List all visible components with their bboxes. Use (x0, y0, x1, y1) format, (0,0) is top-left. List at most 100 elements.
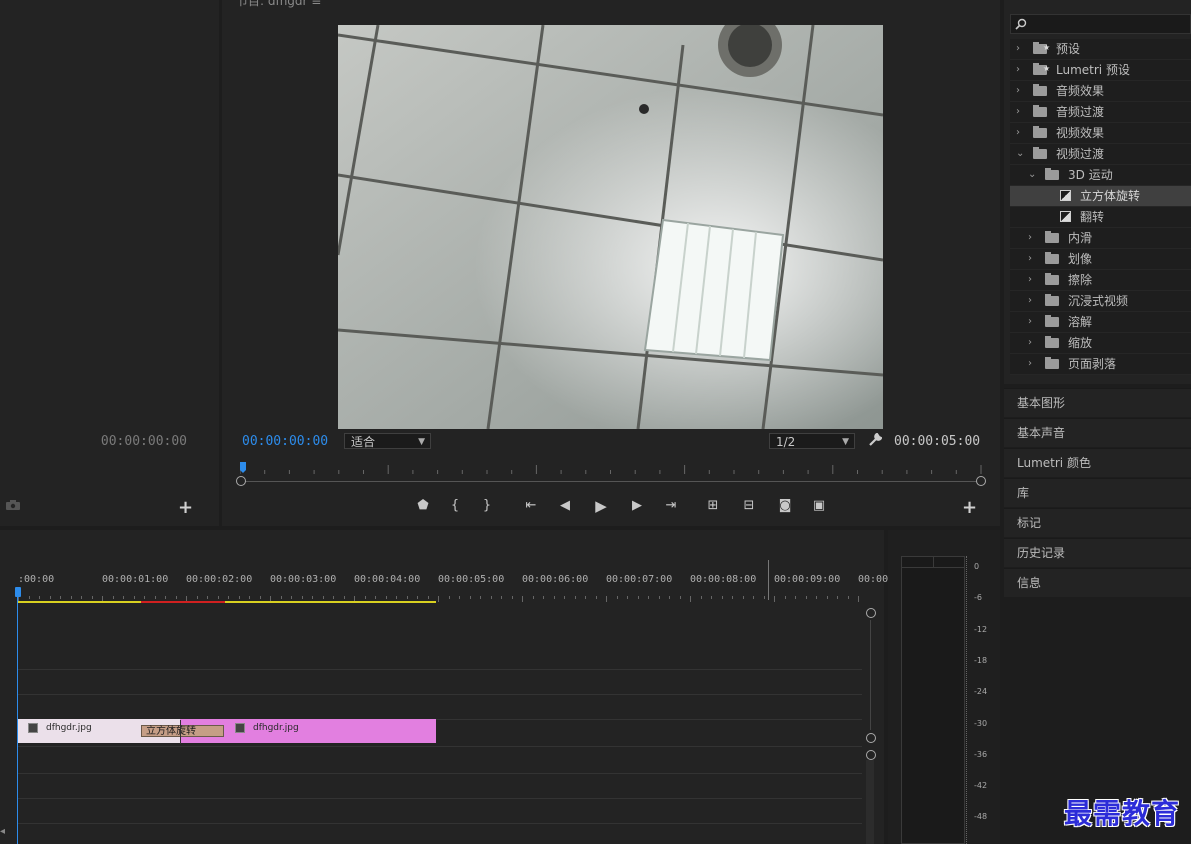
go-to-out-icon[interactable]: ⇥ (660, 496, 682, 516)
effects-item[interactable]: 立方体旋转 (1010, 186, 1191, 207)
lift-icon[interactable]: ⊞ (702, 496, 724, 516)
clip-name: dfhgdr.jpg (46, 723, 92, 733)
zoom-scrollbar[interactable] (236, 476, 986, 486)
effects-search-input[interactable] (1010, 14, 1191, 34)
chevron-right-icon[interactable]: › (1028, 249, 1032, 269)
chevron-right-icon[interactable]: › (1028, 270, 1032, 290)
zoom-dropdown[interactable]: 适合 ▼ (344, 433, 431, 449)
folder-icon (1045, 336, 1059, 348)
chevron-down-icon[interactable]: ⌄ (1028, 165, 1036, 185)
chevron-right-icon[interactable]: › (1028, 312, 1032, 332)
panel-tab[interactable]: 标记 (1004, 508, 1191, 537)
program-monitor-panel: 节目: dfhgdr ≡ 00:00:00:00 适合 ▼ 1/2 ▼ 00:0… (222, 0, 1000, 526)
transport-controls: ⬟ { } ⇤ ◀ ▶ ▶ ⇥ ⊞ ⊟ ◙ ▣ (412, 496, 852, 516)
effects-item[interactable]: › 缩放 (1010, 333, 1191, 354)
playhead-timecode[interactable]: 00:00:00:00 (242, 434, 328, 449)
effects-item[interactable]: › 视频效果 (1010, 123, 1191, 144)
chevron-right-icon[interactable]: › (1028, 291, 1032, 311)
timeline-playhead[interactable] (17, 590, 18, 844)
effects-item[interactable]: › 沉浸式视频 (1010, 291, 1191, 312)
effects-item-label: 内滑 (1068, 231, 1093, 245)
program-title[interactable]: 节目: dfhgdr ≡ (236, 0, 321, 9)
scroll-handle-right[interactable] (976, 476, 986, 486)
panel-tab[interactable]: 基本图形 (1004, 388, 1191, 417)
effects-item-label: 音频过渡 (1056, 105, 1105, 119)
playhead-handle[interactable] (15, 587, 21, 597)
chevron-right-icon[interactable]: › (1016, 102, 1020, 122)
chevron-right-icon[interactable]: › (1028, 333, 1032, 353)
effects-item[interactable]: › 页面剥落 (1010, 354, 1191, 375)
track-scroll-handle[interactable] (866, 608, 876, 618)
effects-item[interactable]: › 溶解 (1010, 312, 1191, 333)
speaker-icon[interactable]: ◂ (0, 826, 5, 837)
mark-out-icon[interactable]: } (476, 496, 498, 516)
panel-tab[interactable]: 历史记录 (1004, 538, 1191, 567)
step-back-icon[interactable]: ◀ (554, 496, 576, 516)
comparison-view-icon[interactable]: ▣ (808, 496, 830, 516)
track-scrollbar[interactable] (870, 620, 871, 730)
camera-icon[interactable] (6, 500, 20, 510)
chevron-right-icon[interactable]: › (1028, 228, 1032, 248)
effects-item[interactable]: 翻转 (1010, 207, 1191, 228)
effects-item[interactable]: › 划像 (1010, 249, 1191, 270)
meter-label: -48 (974, 812, 988, 822)
meter-label: -30 (974, 718, 988, 728)
folder-icon (1033, 126, 1047, 138)
chevron-right-icon[interactable]: › (1028, 354, 1032, 374)
folder-icon (1045, 315, 1059, 327)
work-area-marker (768, 560, 769, 600)
track-scrollbar[interactable] (866, 760, 874, 844)
chevron-right-icon[interactable]: › (1016, 60, 1020, 80)
effects-item[interactable]: › 音频过渡 (1010, 102, 1191, 123)
star-icon: ★ (1043, 43, 1051, 52)
ruler-label: 00:00:01:00 (102, 574, 169, 585)
resolution-dropdown[interactable]: 1/2 ▼ (769, 433, 855, 449)
search-icon (1015, 18, 1027, 30)
effects-item[interactable]: › ★ Lumetri 预设 (1010, 60, 1191, 81)
effects-item[interactable]: › 擦除 (1010, 270, 1191, 291)
go-to-in-icon[interactable]: ⇤ (520, 496, 542, 516)
effects-item[interactable]: › 音频效果 (1010, 81, 1191, 102)
effects-item[interactable]: ⌄ 3D 运动 (1010, 165, 1191, 186)
chevron-right-icon[interactable]: › (1016, 123, 1020, 143)
program-time-ruler[interactable] (240, 462, 982, 476)
track-scroll-handle[interactable] (866, 733, 876, 743)
wrench-icon[interactable] (868, 433, 882, 447)
extract-icon[interactable]: ⊟ (738, 496, 760, 516)
scroll-handle-left[interactable] (236, 476, 246, 486)
effects-item[interactable]: ⌄ 视频过渡 (1010, 144, 1191, 165)
effects-item[interactable]: › ★ 预设 (1010, 39, 1191, 60)
panel-tab[interactable]: 库 (1004, 478, 1191, 507)
audio-meter-panel: 0 -6 -12 -18 -24 -30 -36 -42 -48 (888, 530, 1000, 844)
add-marker-icon[interactable]: ⬟ (412, 496, 434, 516)
panel-tab[interactable]: 基本声音 (1004, 418, 1191, 447)
mark-in-icon[interactable]: { (444, 496, 466, 516)
source-monitor-panel: 00:00:00:00 + (0, 0, 219, 526)
step-forward-icon[interactable]: ▶ (626, 496, 648, 516)
render-bar-red (141, 601, 225, 603)
panel-tab[interactable]: 信息 (1004, 568, 1191, 597)
source-timecode[interactable]: 00:00:00:00 (101, 434, 187, 449)
panel-tab[interactable]: Lumetri 颜色 (1004, 448, 1191, 477)
timeline-time-ruler[interactable]: :00:00 00:00:01:00 00:00:02:00 00:00:03:00 0… (18, 574, 894, 604)
preset-folder-icon: ★ (1033, 42, 1050, 54)
play-icon[interactable]: ▶ (590, 496, 612, 516)
zoom-value: 适合 (351, 435, 376, 449)
folder-icon (1033, 147, 1047, 159)
export-frame-camera-icon[interactable]: ◙ (774, 496, 796, 516)
chevron-right-icon[interactable]: › (1016, 81, 1020, 101)
chevron-down-icon[interactable]: ⌄ (1016, 144, 1024, 164)
ruler-label: 00:00:05:00 (438, 574, 505, 585)
chevron-right-icon[interactable]: › (1016, 39, 1020, 59)
cube-spin-transition[interactable]: 立方体旋转 (141, 725, 224, 737)
meter-label: -42 (974, 781, 988, 791)
button-editor-plus-icon[interactable]: + (962, 497, 977, 518)
effects-item[interactable]: › 内滑 (1010, 228, 1191, 249)
track-scroll-handle[interactable] (866, 750, 876, 760)
folder-icon (1045, 252, 1059, 264)
effects-item-label: 视频过渡 (1056, 147, 1105, 161)
playhead-marker (240, 462, 246, 473)
ruler-label: 00:00:06:00 (522, 574, 589, 585)
add-button-plus-icon[interactable]: + (178, 497, 193, 518)
render-bar-yellow (18, 601, 141, 603)
